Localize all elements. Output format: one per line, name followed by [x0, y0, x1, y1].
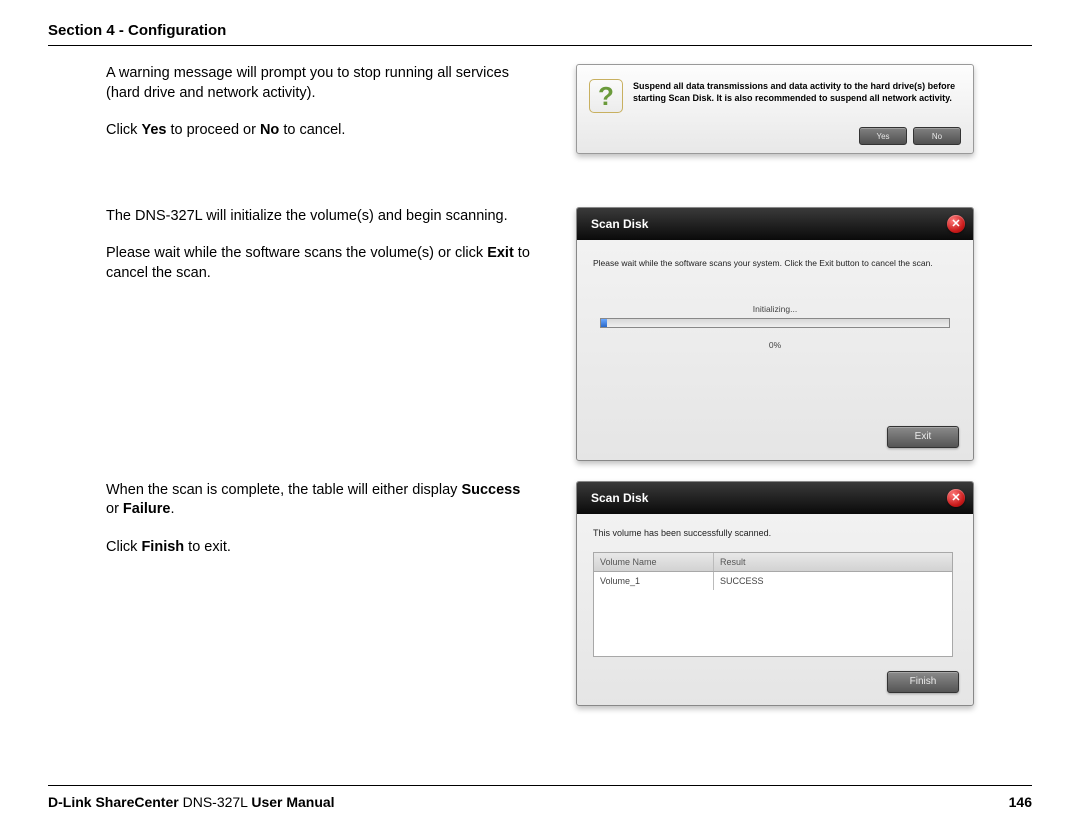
- warning-dialog-text: Suspend all data transmissions and data …: [633, 75, 961, 104]
- progress-fill: [601, 319, 607, 327]
- warn-p2: Click Yes to proceed or No to cancel.: [106, 121, 536, 141]
- result-p2: Click Finish to exit.: [106, 538, 536, 558]
- progress-percent: 0%: [593, 340, 957, 350]
- section-header: Section 4 - Configuration: [48, 22, 1032, 46]
- result-table: Volume Name Result Volume_1 SUCCESS: [593, 552, 953, 657]
- scan-text: The DNS-327L will initialize the volume(…: [106, 207, 536, 461]
- close-icon[interactable]: ✕: [947, 215, 965, 233]
- no-button[interactable]: No: [913, 127, 961, 145]
- scan-p2: Please wait while the software scans the…: [106, 244, 536, 283]
- page-number: 146: [1009, 794, 1032, 810]
- footer-model: DNS-327L: [179, 794, 252, 810]
- exit-button[interactable]: Exit: [887, 426, 959, 448]
- warn-p1: A warning message will prompt you to sto…: [106, 64, 536, 103]
- warning-dialog: ? Suspend all data transmissions and dat…: [576, 64, 974, 154]
- cell-volume: Volume_1: [594, 572, 714, 590]
- scan-progress-dialog: Scan Disk ✕ Please wait while the softwa…: [576, 207, 974, 461]
- scan-result-dialog: Scan Disk ✕ This volume has been success…: [576, 481, 974, 706]
- footer-brand: D-Link ShareCenter: [48, 794, 179, 810]
- close-icon[interactable]: ✕: [947, 489, 965, 507]
- page-footer: D-Link ShareCenter DNS-327L User Manual …: [48, 785, 1032, 810]
- col-volume-name: Volume Name: [594, 553, 714, 571]
- footer-manual: User Manual: [251, 794, 334, 810]
- warn-text: A warning message will prompt you to sto…: [106, 64, 536, 159]
- progress-bar: [600, 318, 950, 328]
- question-icon: ?: [589, 79, 623, 113]
- scan-p1: The DNS-327L will initialize the volume(…: [106, 207, 536, 227]
- table-row: Volume_1 SUCCESS: [594, 572, 952, 590]
- cell-result: SUCCESS: [714, 572, 952, 590]
- dialog-title: Scan Disk: [591, 217, 648, 231]
- yes-button[interactable]: Yes: [859, 127, 907, 145]
- dialog-title: Scan Disk: [591, 491, 648, 505]
- initializing-label: Initializing...: [593, 304, 957, 314]
- col-result: Result: [714, 553, 952, 571]
- result-msg: This volume has been successfully scanne…: [593, 528, 957, 538]
- result-p1: When the scan is complete, the table wil…: [106, 481, 536, 520]
- result-text: When the scan is complete, the table wil…: [106, 481, 536, 706]
- scan-progress-msg: Please wait while the software scans you…: [593, 258, 957, 268]
- finish-button[interactable]: Finish: [887, 671, 959, 693]
